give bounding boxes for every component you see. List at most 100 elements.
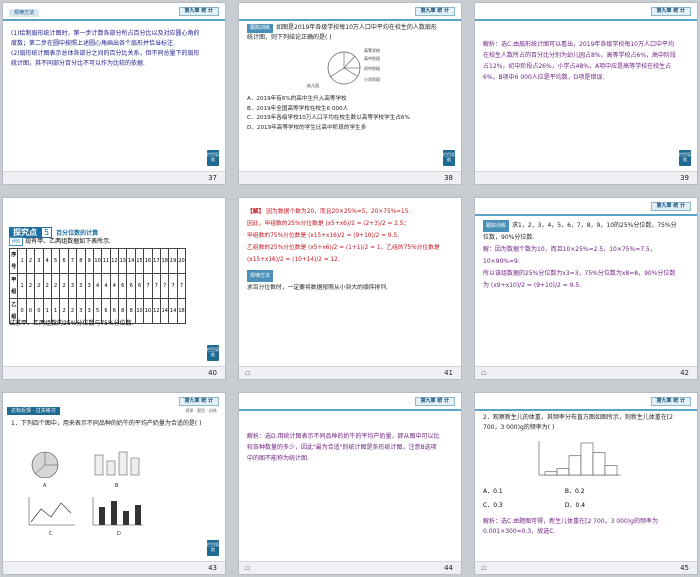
option-c[interactable]: C．2019年各级学校10万人口平均在校生数以高等学校学生占6%: [247, 114, 441, 124]
table-cell: 12: [151, 298, 162, 324]
table-cell: 7: [67, 248, 78, 274]
fig-label: B: [115, 483, 119, 489]
banner-sub: 规律 · 题型 · 训练: [185, 408, 217, 413]
slide-footer: [3, 366, 225, 379]
table-cell: 10: [134, 298, 145, 324]
table-cell: 6: [126, 273, 136, 299]
pie-chart: 高等学校 高中阶段 初中阶段 小学阶段 幼儿园: [307, 47, 380, 88]
table-cell: 2: [34, 273, 44, 299]
table-cell: 7: [176, 273, 187, 299]
data-table-wrap: 序号 1 2 3 4 5 6 7 8 9 10 11 12 13 14 15 16 17 18 19 20 甲组 1 2 2 2…: [8, 248, 187, 324]
pie-label: 幼儿园: [307, 82, 319, 88]
table-cell: 10: [143, 298, 153, 324]
text-line: (1)绘制扇形统计图时，第一步计算各部分所占百分比以及对应圆心角的度数；第二步在…: [11, 30, 200, 47]
chapter-header: 第九章 统 计: [178, 397, 219, 406]
slide-footer: [3, 171, 225, 184]
example-tag: 例6: [9, 237, 24, 246]
chapter-header: 第九章 统 计: [414, 397, 455, 406]
slide-number: 45: [680, 564, 689, 572]
options-list: A．2019年有6%的高中生升入高等学校 B．2019年全国高等学校在校生6 0…: [247, 95, 441, 133]
table-cell: 14: [168, 298, 178, 324]
slide-42[interactable]: 第九章 统 计 跟踪训练 求1，2，3，4，5，6，7，8，9，10的25%分位数…: [474, 197, 698, 380]
table-cell: 7: [143, 273, 153, 299]
table-cell: 12: [109, 248, 120, 274]
slide-41[interactable]: 【解】 因为数据个数为20，而且20×25%=5，20×75%=15. 因此，甲…: [238, 197, 462, 380]
question-text: 求1，2，3，4，5，6，7，8，9，10的25%分位数，75%分位数，90%分…: [483, 222, 677, 241]
option-d[interactable]: D．2019年高等学校的学生比高中阶段的学生多: [247, 124, 441, 134]
slide-number: 40: [208, 369, 217, 377]
table-cell: 15: [134, 248, 145, 274]
histogram-bar: [568, 455, 582, 476]
fig-label: D: [117, 531, 121, 537]
slide-footer: [239, 366, 461, 379]
slide-44[interactable]: 第九章 统 计 解析：选D.用统计图表示不同品种的奶牛的平均产奶量，即从图中可以…: [238, 392, 462, 575]
slide-40[interactable]: 探究点 5 百分位数的计算 例6 现有甲、乙两组数据如下表所示. 序号 1 2 3 4 5 6 7…: [2, 197, 226, 380]
options-list: A．0.1 B．0.2 C．0.3 D．0.4: [483, 485, 683, 513]
slide-footer: [239, 561, 461, 574]
nav-button[interactable]: 栏目导航: [207, 540, 219, 556]
slide-43[interactable]: 第九章 统 计 达标反馈 · 过关练习 规律 · 题型 · 训练 1．下列四个图…: [2, 392, 226, 575]
slide-footer: [475, 561, 697, 574]
comment-icon[interactable]: ☖: [481, 370, 486, 377]
header-bar: [475, 19, 697, 21]
table-cell: 20: [176, 248, 187, 274]
slide-37[interactable]: 第九章 统 计 规律方法 (1)绘制扇形统计图时，第一步计算各部分所占百分比以及…: [2, 2, 226, 185]
pie-label: 小学阶段: [364, 76, 380, 82]
table-cell: 14: [160, 298, 170, 324]
question-text: 如图是2019年各级学校每10万人口中平均在校生的人数扇形统计图，则下列结论正确…: [247, 24, 437, 41]
slide-number: 39: [680, 174, 689, 182]
comment-icon[interactable]: ☖: [245, 370, 250, 377]
table-cell: 2: [50, 273, 61, 299]
solution-line: 甲组数的75%分位数是 (x15+x16)/2 = (9+10)/2 = 9.5…: [247, 233, 399, 239]
nav-button[interactable]: 栏目导航: [207, 345, 219, 361]
table-cell: 13: [118, 248, 128, 274]
slide-number: 41: [444, 369, 453, 377]
table-row-label: 甲组: [8, 273, 19, 299]
option-a[interactable]: A．2019年有6%的高中生升入高等学校: [247, 95, 441, 105]
comment-icon[interactable]: ☖: [481, 565, 486, 572]
slide-45[interactable]: 第九章 统 计 2．观察新生儿的体重，其频率分布直方图如图所示，则新生儿体重在[…: [474, 392, 698, 575]
table-cell: 16: [143, 248, 153, 274]
slide-39[interactable]: 第九章 统 计 解析：选C.由扇形统计图可以看出，2019年各级学校每10万人口…: [474, 2, 698, 185]
chapter-header: 第九章 统 计: [650, 202, 691, 211]
answer-text: 解析：选C.由扇形统计图可以看出，2019年各级学校每10万人口中平均在校生人数…: [483, 41, 677, 81]
slide-footer: [239, 171, 461, 184]
slide-footer: [475, 366, 697, 379]
slide-grid: 第九章 统 计 规律方法 (1)绘制扇形统计图时，第一步计算各部分所占百分比以及…: [2, 2, 698, 575]
option-b[interactable]: B．0.2: [565, 485, 645, 499]
option-d[interactable]: D．0.4: [565, 499, 645, 513]
slide-content: 解析：选C.由扇形统计图可以看出，2019年各级学校每10万人口中平均在校生人数…: [483, 39, 677, 83]
comment-icon[interactable]: ☖: [245, 565, 250, 572]
nav-button[interactable]: 栏目导航: [207, 150, 219, 166]
table-row-label: 序号: [8, 248, 19, 274]
option-b[interactable]: B．2019年全国高等学校在校生6 000人: [247, 105, 441, 115]
header-bar: [475, 409, 697, 411]
table-cell: 6: [134, 273, 145, 299]
histogram-bar: [592, 452, 606, 476]
table-cell: 18: [160, 248, 170, 274]
table-cell: 4: [109, 273, 120, 299]
nav-button[interactable]: 栏目导航: [679, 150, 691, 166]
data-table: 序号 1 2 3 4 5 6 7 8 9 10 11 12 13 14 15 16 17 18 19 20 甲组 1 2 2 2…: [8, 248, 187, 324]
nav-button[interactable]: 栏目导航: [443, 150, 455, 166]
slide-38[interactable]: 第九章 统 计 跟踪训练 如图是2019年各级学校每10万人口中平均在校生的人数扇…: [238, 2, 462, 185]
header-bar: [239, 19, 461, 21]
table-cell: 10: [92, 248, 103, 274]
table-cell: 2: [25, 273, 36, 299]
option-a[interactable]: A．0.1: [483, 485, 563, 499]
table-cell: 2: [42, 273, 52, 299]
question-text: 1．下列四个图中，用来表示不同品种的奶牛的平均产奶量为合适的是( ): [11, 420, 202, 427]
slide-content: 跟踪训练 如图是2019年各级学校每10万人口中平均在校生的人数扇形统计图，则下列…: [247, 23, 441, 42]
method-text: 求百分位数时，一定要将数据按照从小到大的顺序排列.: [247, 285, 388, 291]
pie-label: 初中阶段: [364, 65, 380, 71]
table-cell: 8: [76, 248, 86, 274]
chapter-header: 第九章 统 计: [650, 7, 691, 16]
solution-line: 因为数据个数为20，而且20×25%=5，20×75%=15.: [266, 209, 411, 215]
header-bar: [3, 19, 225, 21]
pie-label: 高中阶段: [364, 55, 380, 61]
table-cell: 4: [42, 248, 52, 274]
slide-number: 38: [444, 174, 453, 182]
table-cell: 3: [34, 248, 44, 274]
option-c[interactable]: C．0.3: [483, 499, 563, 513]
question-text: 2．观察新生儿的体重，其频率分布直方图如图所示，则新生儿体重在[2 700，3 …: [483, 414, 673, 431]
